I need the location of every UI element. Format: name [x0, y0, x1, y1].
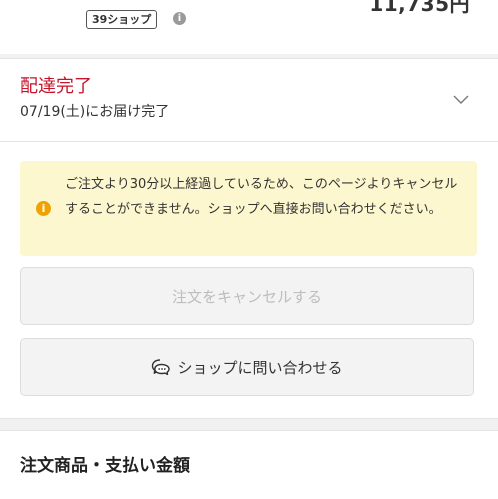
cancel-notice: i ご注文より30分以上経過しているため、このページよりキャンセルすることができ… — [20, 161, 477, 256]
cancel-order-label: 注文をキャンセルする — [171, 288, 322, 306]
section-title: 注文商品・支払い金額 — [20, 456, 190, 476]
order-actions-card: i ご注文より30分以上経過しているため、このページよりキャンセルすることができ… — [0, 142, 498, 419]
contact-shop-button[interactable]: ショップに問い合わせる — [20, 338, 474, 396]
cancel-order-button[interactable]: 注文をキャンセルする — [20, 267, 474, 325]
delivery-status-date: 07/19(土)にお届け完了 — [20, 104, 170, 120]
chat-icon — [152, 358, 171, 375]
order-summary-card: 11,735円 39ショップ i — [0, 0, 498, 54]
shop-badge: 39ショップ — [86, 10, 158, 29]
delivery-status-title: 配達完了 — [20, 76, 92, 97]
delivery-status-row[interactable]: 配達完了 07/19(土)にお届け完了 — [0, 58, 498, 142]
chevron-down-icon[interactable] — [451, 89, 471, 109]
order-items-section: 注文商品・支払い金額 — [0, 430, 498, 499]
cancel-notice-text: ご注文より30分以上経過しているため、このページよりキャンセルすることができませ… — [65, 177, 458, 217]
info-icon[interactable]: i — [173, 12, 186, 25]
order-total-price: 11,735円 — [369, 0, 470, 16]
contact-shop-label: ショップに問い合わせる — [177, 359, 343, 377]
warning-info-icon: i — [36, 201, 51, 216]
